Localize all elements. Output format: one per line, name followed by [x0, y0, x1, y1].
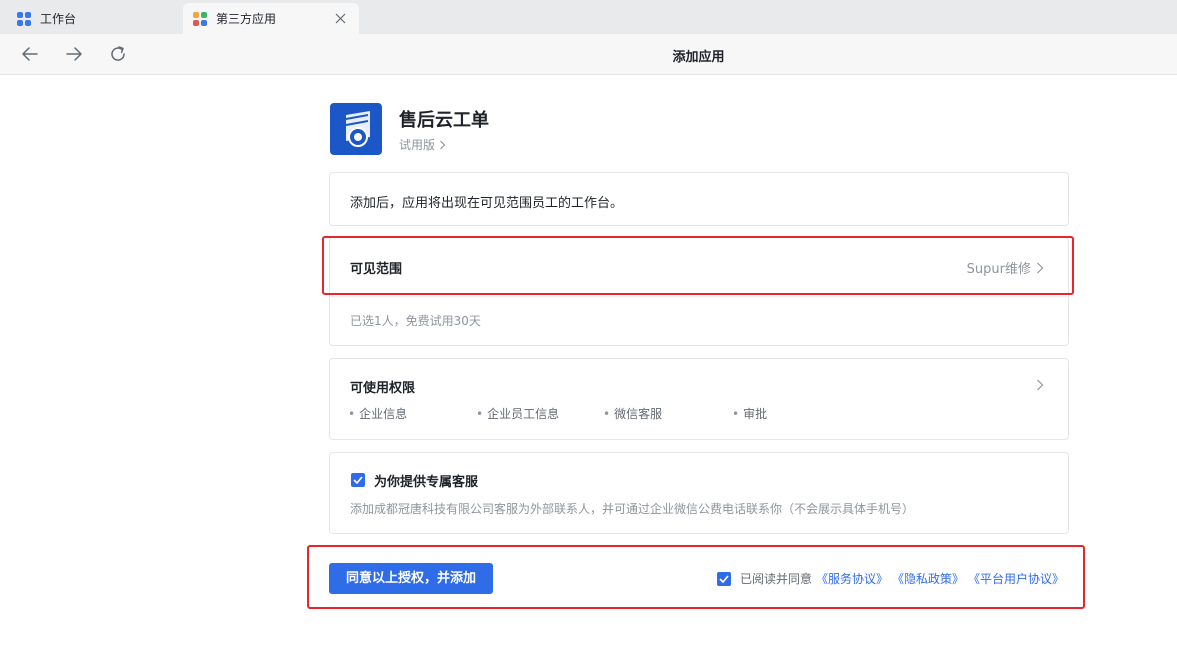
tab-bar: 工作台 第三方应用 [0, 0, 1177, 34]
tab-label: 工作台 [40, 12, 77, 26]
permission-item: 企业信息 [348, 405, 407, 422]
chevron-right-icon [440, 140, 446, 149]
apps-grid-icon [193, 11, 207, 26]
workbench-grid-icon [17, 11, 31, 26]
app-logo-icon [345, 111, 370, 147]
app-edition-label: 试用版 [399, 138, 436, 152]
app-logo [330, 103, 382, 155]
tab-third-party-apps[interactable]: 第三方应用 [183, 3, 359, 34]
highlight-box-visible-scope [322, 236, 1074, 295]
app-edition-link[interactable]: 试用版 [399, 136, 446, 153]
highlight-box-footer [307, 545, 1085, 609]
tab-label: 第三方应用 [216, 12, 277, 26]
dedicated-service-card: 为你提供专属客服 添加成都冠唐科技有限公司客服为外部联系人，并可通过企业微信公费… [329, 452, 1069, 534]
service-description: 添加成都冠唐科技有限公司客服为外部联系人，并可通过企业微信公费电话联系你（不会展… [350, 502, 915, 516]
permission-item: 企业员工信息 [476, 405, 559, 422]
permissions-card[interactable]: 可使用权限 企业信息 企业员工信息 微信客服 审批 [329, 358, 1069, 440]
page-title: 添加应用 [672, 50, 725, 65]
checkmark-icon [353, 476, 363, 484]
close-icon[interactable] [334, 12, 347, 25]
chevron-right-icon[interactable] [1036, 379, 1044, 391]
permission-item: 审批 [732, 405, 767, 422]
service-checkbox[interactable] [351, 473, 365, 487]
divider [330, 296, 1068, 297]
app-name: 售后云工单 [399, 110, 489, 131]
tab-workbench[interactable]: 工作台 [0, 3, 182, 34]
permission-item: 微信客服 [603, 405, 662, 422]
service-title: 为你提供专属客服 [374, 475, 479, 490]
navigation-bar: 添加应用 [0, 34, 1177, 75]
visible-scope-summary: 已选1人，免费试用30天 [350, 314, 481, 328]
permissions-title: 可使用权限 [350, 381, 416, 396]
notice-text: 添加后，应用将出现在可见范围员工的工作台。 [350, 196, 624, 211]
notice-card: 添加后，应用将出现在可见范围员工的工作台。 [329, 172, 1069, 226]
